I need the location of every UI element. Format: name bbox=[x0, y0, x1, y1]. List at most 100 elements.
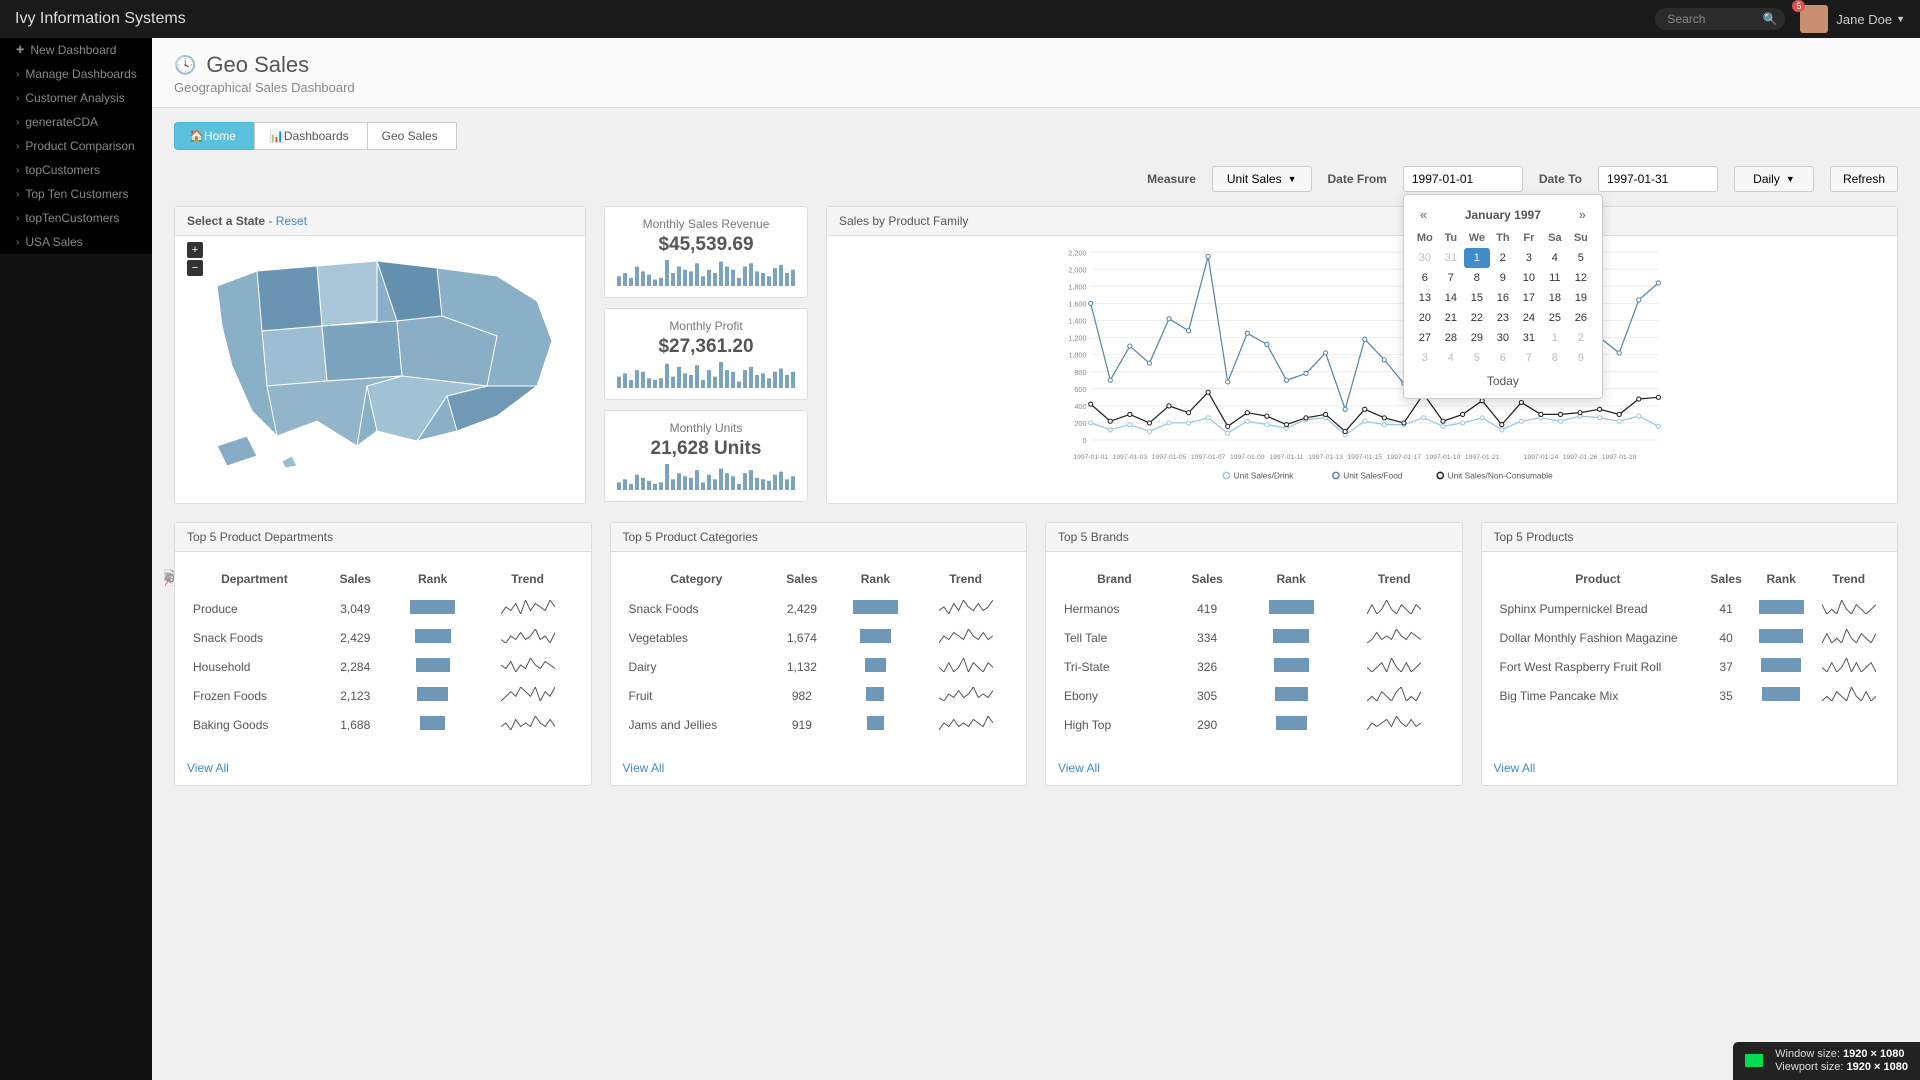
datepicker-day[interactable]: 7 bbox=[1516, 348, 1542, 368]
datepicker-day[interactable]: 20 bbox=[1412, 308, 1438, 328]
datepicker-day[interactable]: 24 bbox=[1516, 308, 1542, 328]
datepicker-day[interactable]: 22 bbox=[1464, 308, 1490, 328]
toolbar: Measure Unit Sales ▼ Date From « January… bbox=[174, 166, 1898, 192]
sidebar-item-topcustomers[interactable]: ›topCustomers bbox=[0, 158, 152, 182]
view-all-link[interactable]: View All bbox=[623, 761, 665, 775]
svg-text:1,000: 1,000 bbox=[1068, 351, 1086, 360]
datepicker-day[interactable]: 9 bbox=[1568, 348, 1594, 368]
datepicker-day[interactable]: 3 bbox=[1516, 248, 1542, 268]
view-all-link[interactable]: View All bbox=[1058, 761, 1100, 775]
datepicker-day[interactable]: 30 bbox=[1490, 328, 1516, 348]
datepicker-day[interactable]: 2 bbox=[1568, 328, 1594, 348]
breadcrumb-dashboards[interactable]: 📊 Dashboards bbox=[254, 122, 368, 150]
table-row: Dollar Monthly Fashion Magazine 40 bbox=[1494, 623, 1886, 652]
datepicker-day[interactable]: 26 bbox=[1568, 308, 1594, 328]
page-header: 🕓Geo Sales Geographical Sales Dashboard bbox=[152, 38, 1920, 108]
datepicker-day[interactable]: 28 bbox=[1438, 328, 1464, 348]
usa-map[interactable] bbox=[197, 246, 567, 476]
datepicker-day[interactable]: 23 bbox=[1490, 308, 1516, 328]
brand: Ivy Information Systems bbox=[15, 10, 186, 28]
table-row: High Top 290 bbox=[1058, 710, 1450, 739]
table-row: Vegetables 1,674 bbox=[623, 623, 1015, 652]
datepicker-day[interactable]: 19 bbox=[1568, 288, 1594, 308]
sidebar-item-new-dashboard[interactable]: ✚New Dashboard bbox=[0, 38, 152, 62]
datepicker-day[interactable]: 8 bbox=[1542, 348, 1568, 368]
svg-text:Unit Sales/Food: Unit Sales/Food bbox=[1343, 471, 1403, 481]
datepicker-day[interactable]: 1 bbox=[1464, 248, 1490, 268]
table-row: Hermanos 419 bbox=[1058, 594, 1450, 623]
datepicker-day[interactable]: 1 bbox=[1542, 328, 1568, 348]
datepicker-day[interactable]: 14 bbox=[1438, 288, 1464, 308]
datepicker-day[interactable]: 2 bbox=[1490, 248, 1516, 268]
datepicker-day[interactable]: 10 bbox=[1516, 268, 1542, 288]
view-all-link[interactable]: View All bbox=[187, 761, 229, 775]
datepicker-day[interactable]: 17 bbox=[1516, 288, 1542, 308]
sidebar-item-customer-analysis[interactable]: ›Customer Analysis bbox=[0, 86, 152, 110]
frequency-dropdown[interactable]: Daily ▼ bbox=[1734, 166, 1814, 192]
svg-text:Unit Sales/Drink: Unit Sales/Drink bbox=[1234, 471, 1295, 481]
chart-title: Sales by Product Family bbox=[827, 207, 1897, 236]
svg-text:1997-01-13: 1997-01-13 bbox=[1308, 454, 1343, 461]
datepicker-day[interactable]: 25 bbox=[1542, 308, 1568, 328]
refresh-button[interactable]: Refresh bbox=[1830, 166, 1898, 192]
avatar[interactable]: 5 bbox=[1800, 5, 1828, 33]
sidebar-item-toptencustomers[interactable]: ›topTenCustomers bbox=[0, 206, 152, 230]
svg-text:1997-01-28: 1997-01-28 bbox=[1602, 454, 1637, 461]
svg-text:1,800: 1,800 bbox=[1068, 282, 1086, 291]
datepicker-day[interactable]: 4 bbox=[1438, 348, 1464, 368]
date-to-input[interactable] bbox=[1598, 166, 1718, 192]
datepicker-title[interactable]: January 1997 bbox=[1465, 208, 1541, 222]
screen-icon bbox=[1745, 1054, 1763, 1067]
datepicker-day[interactable]: 11 bbox=[1542, 268, 1568, 288]
date-from-label: Date From bbox=[1328, 172, 1387, 186]
datepicker-day[interactable]: 13 bbox=[1412, 288, 1438, 308]
table-row: Big Time Pancake Mix 35 bbox=[1494, 681, 1886, 710]
datepicker-day[interactable]: 12 bbox=[1568, 268, 1594, 288]
chev-icon: › bbox=[16, 213, 19, 224]
sidebar-item-manage-dashboards[interactable]: ›Manage Dashboards bbox=[0, 62, 152, 86]
svg-text:1997-01-26: 1997-01-26 bbox=[1563, 454, 1598, 461]
chev-icon: › bbox=[16, 117, 19, 128]
map-reset-link[interactable]: Reset bbox=[276, 214, 307, 228]
datepicker-day[interactable]: 9 bbox=[1490, 268, 1516, 288]
datepicker-prev[interactable]: « bbox=[1414, 205, 1433, 224]
sidebar-item-generatecda[interactable]: ›generateCDA bbox=[0, 110, 152, 134]
datepicker-day[interactable]: 3 bbox=[1412, 348, 1438, 368]
datepicker-day[interactable]: 7 bbox=[1438, 268, 1464, 288]
sidebar-item-usa-sales[interactable]: ›USA Sales bbox=[0, 230, 152, 254]
datepicker-today[interactable]: Today bbox=[1412, 368, 1594, 390]
datepicker-day[interactable]: 5 bbox=[1568, 248, 1594, 268]
measure-dropdown[interactable]: Unit Sales ▼ bbox=[1212, 166, 1312, 192]
breadcrumb-home[interactable]: 🏠 Home bbox=[174, 122, 255, 150]
datepicker-day[interactable]: 15 bbox=[1464, 288, 1490, 308]
sidebar-item-top-ten-customers[interactable]: ›Top Ten Customers bbox=[0, 182, 152, 206]
datepicker-day[interactable]: 16 bbox=[1490, 288, 1516, 308]
svg-text:1997-01-24: 1997-01-24 bbox=[1524, 454, 1559, 461]
svg-text:1,400: 1,400 bbox=[1068, 317, 1086, 326]
table-row: Tri-State 326 bbox=[1058, 652, 1450, 681]
datepicker-day[interactable]: 31 bbox=[1438, 248, 1464, 268]
datepicker-day[interactable]: 31 bbox=[1516, 328, 1542, 348]
sidebar-item-product-comparison[interactable]: ›Product Comparison bbox=[0, 134, 152, 158]
datepicker-day[interactable]: 21 bbox=[1438, 308, 1464, 328]
plus-icon: ✚ bbox=[16, 45, 24, 56]
datepicker-day[interactable]: 8 bbox=[1464, 268, 1490, 288]
breadcrumb-geo-sales[interactable]: Geo Sales bbox=[367, 122, 457, 150]
main: 🕓Geo Sales Geographical Sales Dashboard … bbox=[152, 38, 1920, 1080]
datepicker-day[interactable]: 27 bbox=[1412, 328, 1438, 348]
datepicker-day[interactable]: 29 bbox=[1464, 328, 1490, 348]
datepicker-day[interactable]: 4 bbox=[1542, 248, 1568, 268]
datepicker-next[interactable]: » bbox=[1573, 205, 1592, 224]
chev-icon: › bbox=[16, 69, 19, 80]
user-menu[interactable]: Jane Doe ▼ bbox=[1836, 12, 1905, 27]
datepicker-day[interactable]: 18 bbox=[1542, 288, 1568, 308]
view-all-link[interactable]: View All bbox=[1494, 761, 1536, 775]
top5-top-5-brands: Top 5 Brands BrandSalesRankTrend Hermano… bbox=[1045, 522, 1463, 786]
sales-line-chart[interactable]: 02004006008001,0001,2001,4001,6001,8002,… bbox=[839, 248, 1885, 488]
date-from-input[interactable] bbox=[1403, 166, 1523, 192]
datepicker-day[interactable]: 6 bbox=[1490, 348, 1516, 368]
datepicker-day[interactable]: 6 bbox=[1412, 268, 1438, 288]
datepicker-day[interactable]: 30 bbox=[1412, 248, 1438, 268]
datepicker-day[interactable]: 5 bbox=[1464, 348, 1490, 368]
table-row: Dairy 1,132 bbox=[623, 652, 1015, 681]
